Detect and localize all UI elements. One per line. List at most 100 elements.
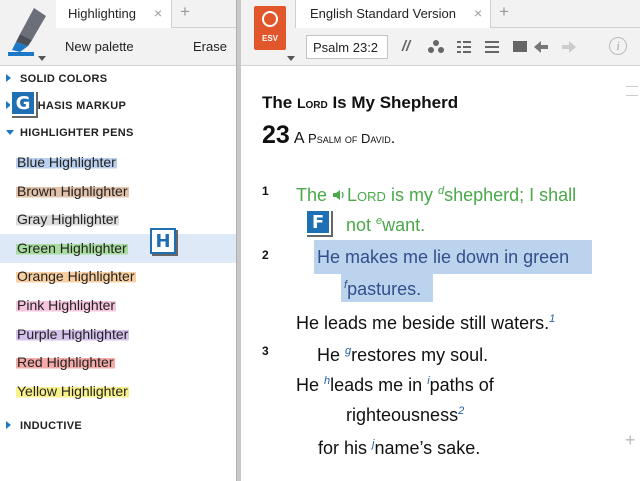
- back-icon[interactable]: [531, 37, 551, 57]
- section-highlighter-pens[interactable]: HIGHLIGHTER PENS: [0, 122, 236, 144]
- pen-item-pink-highlighter[interactable]: Pink Highlighter: [0, 291, 236, 320]
- pen-item-brown-highlighter[interactable]: Brown Highlighter: [0, 177, 236, 206]
- expand-arrow-icon: [6, 421, 11, 429]
- text-run-lord: Lord: [347, 185, 386, 205]
- pen-item-label: Orange Highlighter: [16, 268, 136, 285]
- heading-text: The: [262, 93, 297, 112]
- section-pens-label: HIGHLIGHTER PENS: [20, 127, 134, 139]
- psalm-superscription: A Psalm of David.: [294, 130, 395, 147]
- verse-3-line-3[interactable]: righteousness2: [346, 405, 464, 426]
- verse-number-1: 1: [262, 184, 269, 198]
- verse-3-line-4[interactable]: for his jname’s sake.: [318, 438, 480, 459]
- text-run: not: [346, 215, 377, 235]
- esv-book-icon[interactable]: ESV: [254, 6, 286, 50]
- superscription-of: of: [341, 131, 361, 146]
- info-icon[interactable]: i: [609, 37, 627, 55]
- verse-2-line-3[interactable]: He leads me beside still waters.1: [296, 313, 555, 334]
- erase-button[interactable]: Erase: [193, 39, 227, 54]
- footnote-number[interactable]: 1: [549, 313, 555, 325]
- pen-item-label: Red Highlighter: [16, 354, 115, 371]
- add-tab-icon[interactable]: +: [499, 2, 509, 22]
- verse-1-line-2[interactable]: not ewant.: [346, 215, 425, 236]
- superscription-dot: .: [390, 130, 396, 147]
- tab-highlighting-label: Highlighting: [68, 6, 136, 21]
- visual-filter-icon[interactable]: [426, 37, 446, 57]
- psalm-title: 23 A Psalm of David.: [262, 121, 395, 150]
- verse-number-3: 3: [262, 344, 269, 358]
- text-run: restores my soul.: [351, 345, 489, 365]
- superscription-david: David: [360, 131, 391, 146]
- forward-icon[interactable]: [559, 37, 579, 57]
- close-icon[interactable]: ×: [154, 5, 162, 21]
- text-run: righteousness: [346, 405, 459, 425]
- esv-emblem-icon: [262, 11, 278, 27]
- scroll-plus-icon[interactable]: +: [625, 430, 636, 451]
- multiview-icon[interactable]: [454, 37, 474, 57]
- footnote-number[interactable]: 2: [458, 405, 464, 417]
- verse-number-2: 2: [262, 248, 269, 262]
- text-run: He makes me lie down in green: [317, 247, 570, 267]
- audio-speaker-icon[interactable]: [332, 189, 346, 201]
- section-inductive[interactable]: INDUCTIVE: [0, 415, 236, 437]
- pen-item-red-highlighter[interactable]: Red Highlighter: [0, 348, 236, 377]
- bible-panel: ESV English Standard Version × + //: [241, 0, 640, 481]
- bible-tab-strip: English Standard Version × +: [295, 0, 640, 28]
- text-run: is my: [385, 185, 438, 205]
- text-run: shepherd; I shall: [444, 185, 577, 205]
- section-solid-colors[interactable]: SOLID COLORS: [0, 68, 236, 90]
- highlighter-marker-icon[interactable]: [6, 6, 50, 58]
- pen-item-label: Brown Highlighter: [16, 182, 129, 199]
- text-run: He leads me beside still waters.: [296, 313, 550, 333]
- section-inductive-label: INDUCTIVE: [20, 420, 82, 432]
- scrollbar[interactable]: +: [624, 66, 640, 481]
- heading-text-end: Is My Shepherd: [327, 93, 459, 112]
- expand-arrow-icon: [6, 74, 11, 82]
- panel-menu-caret[interactable]: [287, 56, 295, 61]
- superscription-a: A: [293, 130, 309, 147]
- verse-1-line-1[interactable]: The Lord is my dshepherd; I shall: [296, 185, 576, 206]
- text-run: name’s sake.: [374, 438, 481, 458]
- tab-highlighting[interactable]: Highlighting ×: [56, 0, 172, 28]
- tab-esv-label: English Standard Version: [310, 6, 456, 21]
- verse-3-line-2[interactable]: He hleads me in ipaths of: [296, 375, 494, 396]
- pen-item-label: Gray Highlighter: [16, 211, 120, 228]
- pen-item-label: Green Highlighter: [16, 239, 128, 256]
- superscription-psalm: Psalm: [308, 131, 342, 146]
- text-run: The: [296, 185, 333, 205]
- esv-label: ESV: [261, 34, 278, 43]
- tab-esv[interactable]: English Standard Version ×: [295, 0, 491, 28]
- panel-menu-caret[interactable]: [38, 56, 46, 61]
- new-palette-button[interactable]: New palette: [65, 39, 134, 54]
- pen-item-label: Pink Highlighter: [16, 297, 117, 313]
- close-icon[interactable]: ×: [474, 5, 482, 21]
- parallel-icon[interactable]: //: [396, 37, 416, 57]
- section-solid-colors-label: SOLID COLORS: [20, 73, 108, 85]
- scroll-grip-icon: [626, 86, 638, 96]
- heading-lord: Lord: [296, 95, 328, 111]
- panel-menu-icon[interactable]: [482, 37, 502, 57]
- pen-item-yellow-highlighter[interactable]: Yellow Highlighter: [0, 377, 236, 406]
- verse-2-line-2[interactable]: fpastures.: [341, 274, 433, 302]
- add-tab-icon[interactable]: +: [180, 2, 190, 22]
- text-run: paths of: [429, 375, 494, 395]
- text-size-icon[interactable]: [510, 37, 530, 57]
- bible-toolbar: ESV English Standard Version × + //: [241, 0, 640, 66]
- text-run: leads me in: [330, 375, 428, 395]
- pen-item-gray-highlighter[interactable]: Gray Highlighter: [0, 205, 236, 234]
- pen-item-green-highlighter[interactable]: Green Highlighter: [0, 233, 236, 263]
- highlighting-toolbar: Highlighting × + New palette Erase: [0, 0, 236, 66]
- callout-badge-h: H: [150, 228, 176, 254]
- highlighting-tab-strip: Highlighting × +: [56, 0, 236, 28]
- pen-item-label: Blue Highlighter: [16, 154, 117, 170]
- reference-input[interactable]: [306, 35, 388, 59]
- verse-3-line-1[interactable]: He grestores my soul.: [317, 345, 488, 366]
- pen-item-label: Yellow Highlighter: [16, 382, 129, 399]
- section-heading: The Lord Is My Shepherd: [262, 93, 458, 113]
- collapse-arrow-icon: [6, 130, 14, 135]
- verse-2-line-1[interactable]: He makes me lie down in green: [314, 240, 592, 274]
- text-run: for his: [318, 438, 373, 458]
- callout-badge-f: F: [305, 209, 331, 235]
- pen-item-blue-highlighter[interactable]: Blue Highlighter: [0, 148, 236, 177]
- pen-item-purple-highlighter[interactable]: Purple Highlighter: [0, 320, 236, 349]
- pen-item-orange-highlighter[interactable]: Orange Highlighter: [0, 262, 236, 291]
